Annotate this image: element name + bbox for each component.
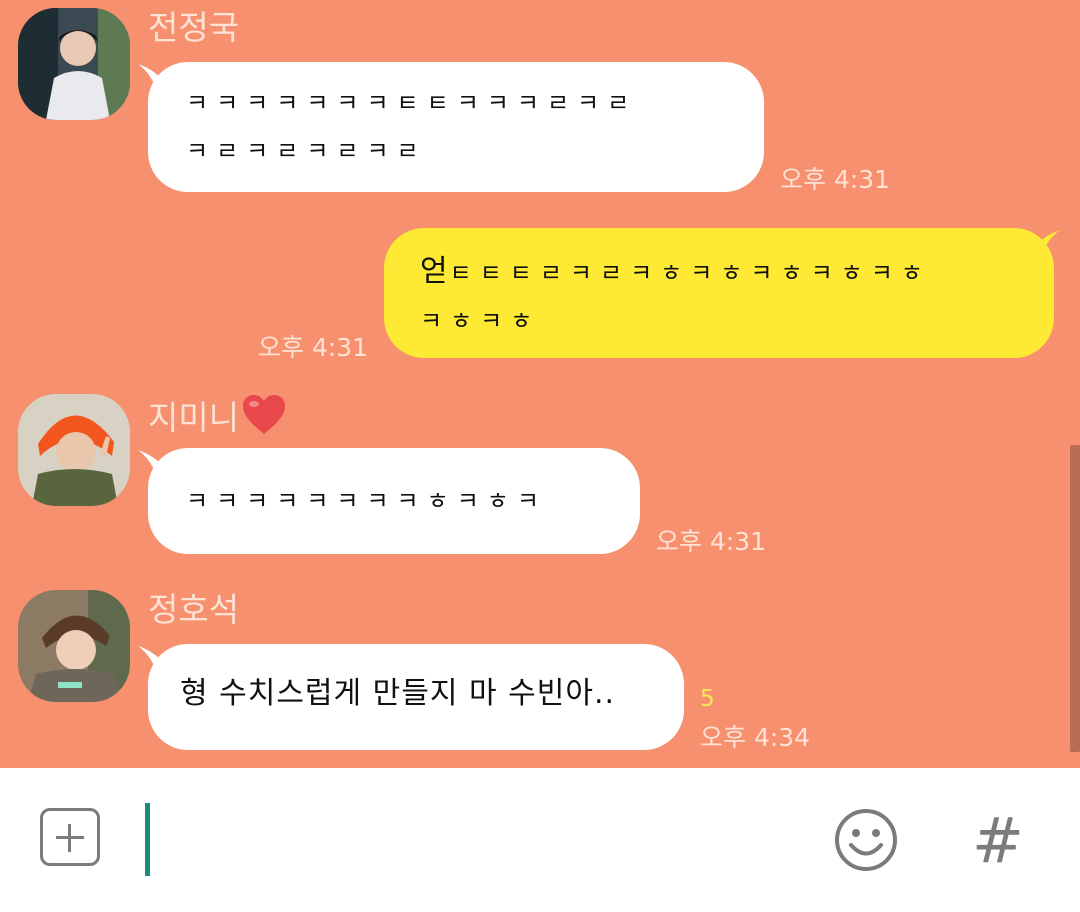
- sender-name: 정호석: [148, 590, 240, 629]
- unread-count: 5: [700, 686, 715, 712]
- message-time: 오후 4:34: [700, 723, 811, 752]
- sender-name: 지미니: [148, 394, 287, 445]
- hashtag-button[interactable]: #: [972, 806, 1024, 876]
- message-prefix: 얻: [420, 254, 450, 289]
- plus-icon[interactable]: [40, 808, 100, 866]
- text-cursor: [145, 803, 150, 876]
- message-text: ㅌㅌㅌㄹㅋㄹㅋㅎㅋㅎㅋㅎㅋㅎㅋㅎ ㅋㅎㅋㅎ: [420, 259, 931, 335]
- message-input[interactable]: [155, 800, 809, 882]
- message-time: 오후 4:31: [780, 165, 891, 194]
- scrollbar[interactable]: [1070, 445, 1080, 752]
- sender-name: 전정국: [148, 8, 240, 47]
- message-bubble[interactable]: ㅋㅋㅋㅋㅋㅋㅋㅋㅎㅋㅎㅋ: [148, 448, 640, 554]
- message-text: ㅋㅋㅋㅋㅋㅋㅋㅋㅎㅋㅎㅋ: [186, 487, 547, 515]
- sender-name-text: 지미니: [148, 398, 240, 437]
- message-bubble[interactable]: 형 수치스럽게 만들지 마 수빈아..: [148, 644, 684, 750]
- message-text: 형 수치스럽게 만들지 마 수빈아..: [180, 676, 616, 711]
- message-bubble[interactable]: ㅋㅋㅋㅋㅋㅋㅋㅌㅌㅋㅋㅋㄹㅋㄹ ㅋㄹㅋㄹㅋㄹㅋㄹ: [148, 62, 764, 192]
- message-time: 오후 4:31: [258, 333, 369, 362]
- smiley-icon[interactable]: [834, 808, 898, 872]
- avatar-jungkook[interactable]: [18, 8, 130, 120]
- avatar-hoseok[interactable]: [18, 590, 130, 702]
- avatar-jimin[interactable]: [18, 394, 130, 506]
- heart-icon: [241, 394, 287, 445]
- message-time: 오후 4:31: [656, 527, 767, 556]
- chat-area: 전정국 ㅋㅋㅋㅋㅋㅋㅋㅌㅌㅋㅋㅋㄹㅋㄹ ㅋㄹㅋㄹㅋㄹㅋㄹ 오후 4:31 얻ㅌㅌ…: [0, 0, 1080, 768]
- my-message-bubble[interactable]: 얻ㅌㅌㅌㄹㅋㄹㅋㅎㅋㅎㅋㅎㅋㅎㅋㅎ ㅋㅎㅋㅎ: [384, 228, 1054, 358]
- message-text: ㅋㅋㅋㅋㅋㅋㅋㅌㅌㅋㅋㅋㄹㅋㄹ ㅋㄹㅋㄹㅋㄹㅋㄹ: [186, 89, 638, 165]
